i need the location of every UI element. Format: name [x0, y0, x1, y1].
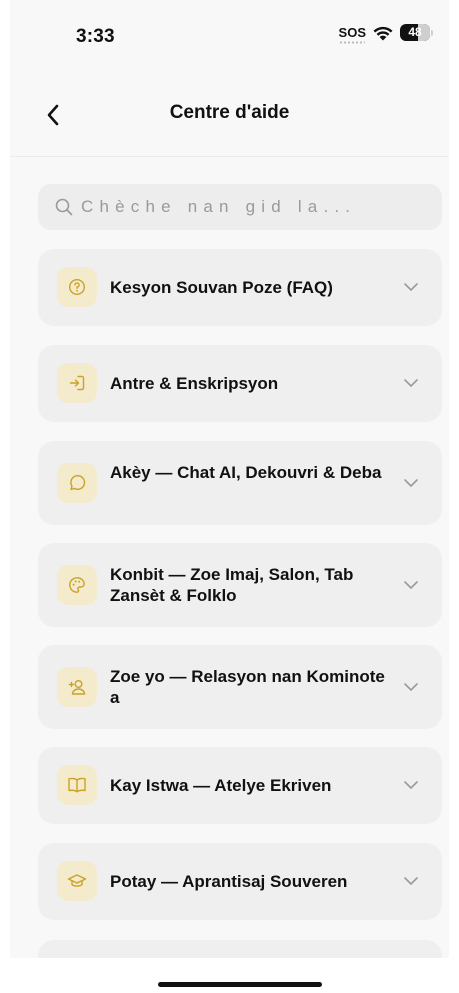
battery-indicator: 48 — [400, 24, 433, 41]
sos-label: SOS — [338, 24, 366, 40]
bottom-safe-area — [0, 958, 459, 993]
section-icon-box — [57, 667, 97, 707]
user-plus-icon — [68, 678, 86, 696]
chevron-down-icon — [402, 872, 420, 890]
section-label: Konbit — Zoe Imaj, Salon, Tab Zansèt & F… — [110, 565, 354, 605]
section-label: Kesyon Souvan Poze (FAQ) — [110, 278, 333, 297]
graduation-cap-icon — [67, 872, 87, 890]
app-screen: 3:33 SOS 48 Centre d'aide Chèche nan gid… — [10, 0, 449, 993]
section-icon-box — [57, 363, 97, 403]
status-icons: SOS 48 — [338, 24, 433, 44]
section-icon-box — [57, 861, 97, 901]
section-faq[interactable]: Kesyon Souvan Poze (FAQ) — [38, 249, 442, 326]
open-book-icon — [67, 776, 87, 794]
section-label: Zoe yo — Relasyon nan Kominote a — [110, 667, 385, 707]
sos-indicator: SOS — [338, 24, 366, 44]
section-icon-box — [57, 463, 97, 503]
sos-signal-dots — [338, 40, 365, 44]
battery-level: 48 — [408, 25, 422, 39]
chevron-down-icon — [402, 678, 420, 696]
search-icon — [55, 198, 73, 216]
chevron-down-icon — [402, 474, 420, 492]
search-bar[interactable] — [38, 184, 442, 230]
section-label: Potay — Aprantisaj Souveren — [110, 872, 348, 891]
login-icon — [68, 374, 86, 392]
section-zoe-yo[interactable]: Zoe yo — Relasyon nan Kominote a — [38, 645, 442, 729]
section-kay-istwa[interactable]: Kay Istwa — Atelye Ekriven — [38, 747, 442, 824]
nav-header: Centre d'aide — [10, 72, 449, 157]
chevron-down-icon — [402, 374, 420, 392]
section-akey[interactable]: Akèy — Chat AI, Dekouvri & Deba — [38, 441, 442, 525]
section-icon-box — [57, 565, 97, 605]
section-label: Antre & Enskripsyon — [110, 374, 279, 393]
section-icon-box — [57, 267, 97, 307]
section-login[interactable]: Antre & Enskripsyon — [38, 345, 442, 422]
section-potay[interactable]: Potay — Aprantisaj Souveren — [38, 843, 442, 920]
palette-icon — [68, 576, 86, 594]
chevron-down-icon — [402, 576, 420, 594]
question-circle-icon — [68, 278, 86, 296]
section-icon-box — [57, 765, 97, 805]
chevron-down-icon — [402, 278, 420, 296]
section-konbit[interactable]: Konbit — Zoe Imaj, Salon, Tab Zansèt & F… — [38, 543, 442, 627]
chat-bubble-icon — [68, 474, 86, 492]
section-label: Kay Istwa — Atelye Ekriven — [110, 776, 332, 795]
chevron-down-icon — [402, 776, 420, 794]
wifi-icon — [372, 25, 394, 41]
search-input[interactable] — [79, 186, 442, 228]
home-indicator[interactable] — [158, 982, 322, 987]
section-label: Akèy — Chat AI, Dekouvri & Deba — [110, 463, 382, 482]
page-title: Centre d'aide — [169, 102, 290, 123]
status-time: 3:33 — [76, 26, 115, 47]
status-bar: 3:33 SOS 48 — [10, 0, 449, 72]
